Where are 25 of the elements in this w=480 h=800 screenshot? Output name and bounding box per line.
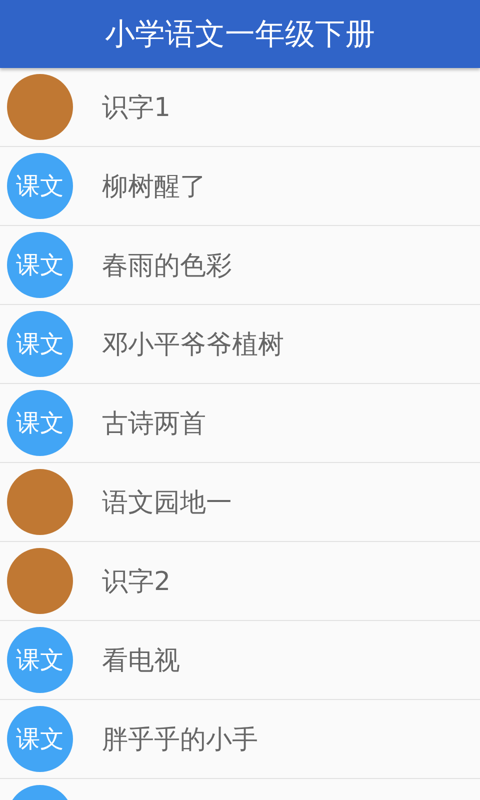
lesson-badge: 课文 bbox=[7, 311, 73, 377]
lesson-badge: 课文 bbox=[7, 232, 73, 298]
lesson-item[interactable]: 识字1 bbox=[0, 68, 480, 147]
lesson-item[interactable]: 课文 春雨的色彩 bbox=[0, 226, 480, 305]
lesson-item[interactable]: 课文 看电视 bbox=[0, 621, 480, 700]
lesson-title: 识字2 bbox=[102, 566, 171, 598]
lesson-item[interactable]: 课文 古诗两首 bbox=[0, 384, 480, 463]
lesson-title: 看电视 bbox=[102, 644, 180, 678]
lesson-item[interactable]: 课文 胖乎乎的小手 bbox=[0, 700, 480, 779]
lesson-title: 胖乎乎的小手 bbox=[102, 724, 258, 756]
lesson-title: 柳树醒了 bbox=[102, 170, 206, 204]
lesson-badge: 课文 bbox=[7, 706, 73, 772]
lesson-item[interactable]: 课文 邓小平爷爷植树 bbox=[0, 305, 480, 384]
lesson-badge: 课文 bbox=[7, 390, 73, 456]
lesson-title: 识字1 bbox=[102, 92, 171, 124]
lesson-title: 语文园地一 bbox=[102, 486, 232, 520]
lesson-item[interactable]: 语文园地一 bbox=[0, 463, 480, 542]
lesson-item[interactable]: 课文 柳树醒了 bbox=[0, 147, 480, 226]
lesson-title: 古诗两首 bbox=[102, 408, 206, 440]
lesson-badge: 课文 bbox=[7, 153, 73, 219]
app-title: 小学语文一年级下册 bbox=[105, 16, 375, 54]
lesson-badge: 课文 bbox=[7, 627, 73, 693]
lesson-item[interactable]: 识字2 bbox=[0, 542, 480, 621]
lesson-title: 春雨的色彩 bbox=[102, 250, 232, 282]
lesson-title: 邓小平爷爷植树 bbox=[102, 328, 284, 362]
